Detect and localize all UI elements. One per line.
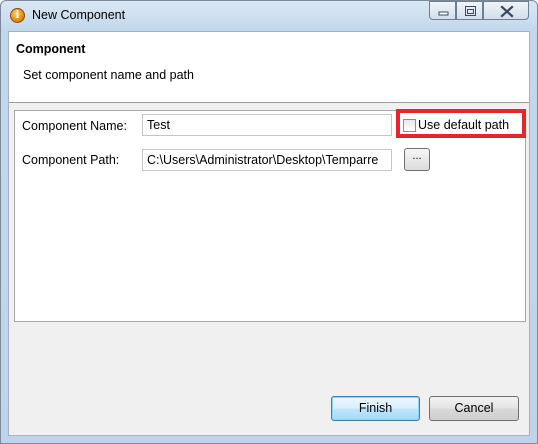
window-title: New Component: [32, 8, 126, 22]
close-button[interactable]: [483, 1, 529, 20]
cancel-button[interactable]: Cancel: [429, 396, 519, 421]
dialog-window: i New Component Component Set component …: [0, 0, 538, 444]
minimize-button[interactable]: [429, 1, 456, 20]
minimize-icon: [438, 11, 449, 16]
finish-button[interactable]: Finish: [331, 396, 420, 421]
use-default-path-label[interactable]: Use default path: [418, 118, 509, 132]
wizard-header: Component Set component name and path: [9, 32, 529, 103]
page-description: Set component name and path: [23, 68, 194, 82]
use-default-path-checkbox[interactable]: [403, 119, 416, 132]
component-name-label: Component Name:: [22, 119, 127, 133]
close-icon: [500, 5, 514, 18]
component-path-label: Component Path:: [22, 153, 120, 167]
title-bar[interactable]: i New Component: [1, 1, 537, 31]
restore-icon: [465, 6, 476, 16]
restore-button[interactable]: [456, 1, 483, 20]
component-path-input[interactable]: C:\Users\Administrator\Desktop\Temparre: [142, 149, 392, 171]
dialog-body: Component Set component name and path Co…: [8, 31, 530, 436]
form-panel: [14, 110, 526, 322]
component-name-input[interactable]: Test: [142, 114, 392, 136]
browse-button[interactable]: ...: [404, 148, 430, 171]
page-title: Component: [16, 42, 86, 56]
info-icon: i: [10, 8, 25, 23]
